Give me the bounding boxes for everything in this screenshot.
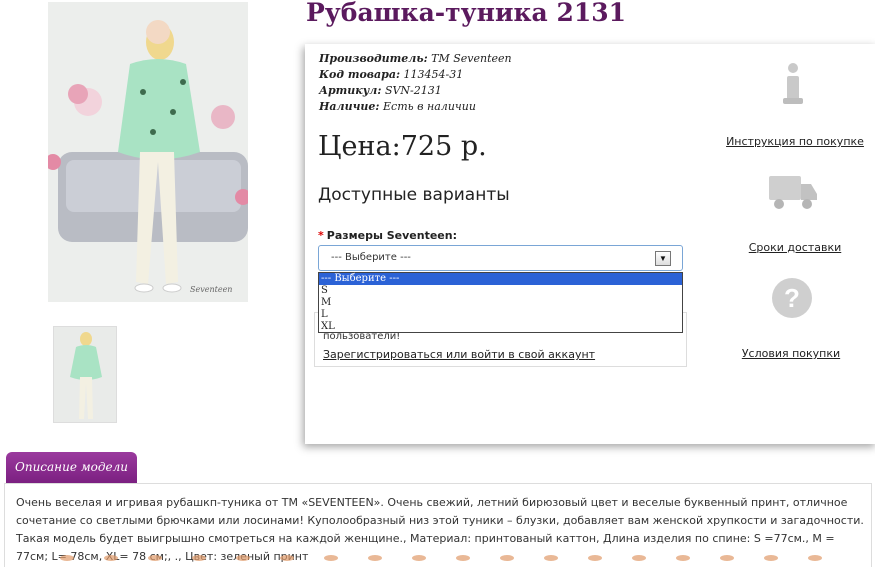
product-info-panel: Производитель: TM Seventeen Код товара: … [305,44,875,444]
instructions-link[interactable]: Инструкция по покупке [725,135,865,148]
conditions-link[interactable]: Условия покупки [721,347,861,360]
product-thumbnail[interactable] [53,326,117,423]
register-login-link[interactable]: Зарегистрироваться или войти в свой акка… [323,348,595,361]
tab-description[interactable]: Описание модели [6,452,137,484]
model-illustration [48,2,248,302]
product-info-panel-inner: Производитель: TM Seventeen Код товара: … [305,44,875,444]
product-title: Рубашка-туника 2131 [306,0,627,27]
delivery-link[interactable]: Сроки доставки [725,241,865,254]
size-select-value: --- Выберите --- [331,252,411,263]
photo-watermark: Seventeen [190,285,233,294]
question-icon[interactable]: ? [770,276,814,320]
size-option[interactable]: XL [319,321,682,333]
size-option[interactable]: L [319,309,682,321]
info-icon[interactable] [775,62,811,106]
meta-product-code: Код товара: 113454-31 [319,68,464,81]
truck-icon[interactable] [767,172,819,214]
meta-manufacturer: Производитель: TM Seventeen [319,52,512,65]
product-meta: Производитель: TM Seventeen Код товара: … [319,51,512,115]
size-option[interactable]: S [319,285,682,297]
size-select[interactable]: --- Выберите --- ▼ [318,245,683,271]
size-option[interactable]: --- Выберите --- [319,273,682,285]
product-price: Цена:725 р. [318,131,487,162]
meta-availability: Наличие: Есть в наличии [319,100,476,113]
meta-article: Артикул: SVN-2131 [319,84,442,97]
product-main-photo[interactable] [48,2,248,302]
svg-text:?: ? [784,283,800,313]
size-option[interactable]: M [319,297,682,309]
variants-heading: Доступные варианты [318,185,510,205]
required-mark: * [318,229,324,242]
size-dropdown-list[interactable]: --- Выберите --- S M L XL [318,272,683,333]
thumbnail-illustration [54,327,116,422]
chevron-down-icon[interactable]: ▼ [655,251,671,266]
size-label: * Размеры Seventeen: [318,229,457,242]
decorative-border [0,555,875,564]
